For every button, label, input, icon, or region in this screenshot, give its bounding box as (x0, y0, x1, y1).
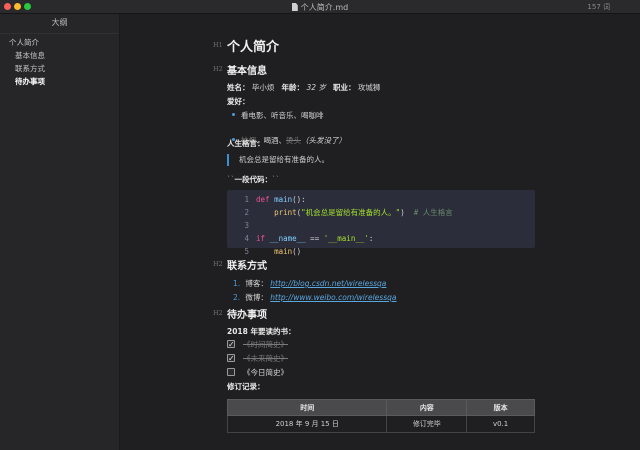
outline-item-contact[interactable]: 联系方式 (0, 62, 119, 75)
word-count[interactable]: 157 词 (587, 2, 610, 12)
section-title-todo: 待办事项 (227, 310, 267, 321)
hobby-label-line: 爱好： (227, 97, 250, 106)
task-item: 《未来简史》 (227, 352, 535, 365)
sidebar-title: 大纲 (0, 14, 119, 34)
motto-blockquote: 机会总是留给有准备的人。 (227, 154, 535, 166)
line-number: 2 (244, 208, 249, 217)
table-header-content: 内容 (386, 399, 468, 416)
task-text: 《时间简史》 (243, 340, 288, 349)
basic-info-line: 姓名： 毕小烦 年龄： 32 岁 职业： 攻城狮 (227, 83, 381, 92)
table-header-row: 时间 内容 版本 (226, 399, 535, 416)
heading-level-marker: H1 (213, 41, 223, 49)
motto-label: 人生格言 (227, 139, 257, 148)
list-item: 2. 微博： http://www.weibo.com/wirelessqa (227, 292, 535, 303)
revision-label: 修订记录 (227, 382, 257, 391)
code-line: 1 def main(): (227, 193, 535, 206)
h1-heading: H1 个人简介 (213, 36, 535, 55)
line-number: 1 (244, 195, 249, 204)
list-number: 2. (233, 293, 241, 302)
name-label: 姓名 (227, 83, 242, 92)
books-label-line: 2018 年要读的书： (227, 327, 296, 336)
h2-todo: H2 待办事项 (213, 306, 535, 321)
editor-pane[interactable]: H1 个人简介 H2 基本信息 姓名： 毕小烦 年龄： 32 岁 职业： 攻城狮… (121, 14, 640, 450)
task-checkbox[interactable] (227, 338, 235, 351)
code-line: 3 (227, 219, 535, 232)
window-titlebar: 个人简介.md 157 词 (0, 0, 640, 14)
age-value: 32 岁 (306, 83, 326, 92)
code-label-line: ``一段代码：`` (227, 175, 280, 184)
blog-link[interactable]: http://blog.csdn.net/wirelessqa (270, 279, 386, 288)
outline-sidebar: 大纲 个人简介 基本信息 联系方式 待办事项 (0, 14, 120, 450)
section-title-basic: 基本信息 (227, 66, 267, 77)
revision-table[interactable]: 时间 内容 版本 2018 年 9 月 15 日 修订完毕 v0.1 (226, 399, 535, 433)
code-label: 一段代码 (234, 175, 265, 184)
outline-item-basic-info[interactable]: 基本信息 (0, 49, 119, 62)
age-label: 年龄 (281, 83, 297, 92)
list-item: 1. 博客： http://blog.csdn.net/wirelessqa (227, 278, 535, 289)
outline-item-personal-intro[interactable]: 个人简介 (0, 36, 119, 49)
task-text: 《今日简史》 (243, 368, 288, 377)
table-header-time: 时间 (226, 399, 388, 416)
code-suffix: `` (272, 175, 280, 184)
task-item: 《今日简史》 (227, 366, 535, 379)
section-title-contact: 联系方式 (227, 261, 267, 272)
contact-label: 博客： (245, 279, 268, 288)
motto-text: 机会总是留给有准备的人。 (239, 155, 329, 164)
code-prefix: `` (227, 175, 235, 184)
heading-level-marker: H2 (213, 260, 223, 268)
job-label: 职业 (333, 83, 349, 92)
revision-label-line: 修订记录： (227, 382, 265, 391)
code-line: 4 if __name__ == '__main__': (227, 232, 535, 245)
job-value: 攻城狮 (357, 83, 381, 92)
outline-item-todo[interactable]: 待办事项 (0, 75, 119, 88)
h2-basic-info: H2 基本信息 (213, 62, 535, 77)
list-number: 1. (233, 279, 241, 288)
line-number: 3 (244, 221, 249, 230)
task-item: 《时间简史》 (227, 338, 535, 351)
outline-list: 个人简介 基本信息 联系方式 待办事项 (0, 34, 119, 88)
code-block[interactable]: 1 def main(): 2 print("机会总是留给有准备的人。") # 人… (227, 190, 535, 256)
line-number: 4 (244, 234, 249, 243)
task-text: 《未来简史》 (243, 354, 288, 363)
hobby-text: 看电影、听音乐、喝咖啡 (241, 111, 324, 120)
h2-contact: H2 联系方式 (213, 257, 535, 272)
heading-level-marker: H2 (213, 65, 223, 73)
document-content: H1 个人简介 H2 基本信息 姓名： 毕小烦 年龄： 32 岁 职业： 攻城狮… (213, 14, 535, 433)
table-header-version: 版本 (466, 399, 535, 416)
motto-label-line: 人生格言： (227, 139, 265, 148)
document-title-text: 个人简介.md (300, 3, 349, 12)
code-line: 2 print("机会总是留给有准备的人。") # 人生格言 (227, 206, 535, 219)
table-cell[interactable]: v0.1 (466, 415, 535, 433)
table-row: 2018 年 9 月 15 日 修订完毕 v0.1 (226, 415, 535, 433)
task-checkbox[interactable] (227, 352, 235, 365)
document-title: 个人简介.md (0, 2, 640, 13)
table-cell[interactable]: 2018 年 9 月 15 日 (226, 415, 388, 433)
list-item: 看电影、听音乐、喝咖啡 (227, 110, 535, 121)
weibo-link[interactable]: http://www.weibo.com/wirelessqa (270, 293, 396, 302)
contact-label: 微博： (245, 293, 268, 302)
task-checkbox[interactable] (227, 368, 235, 376)
name-value: 毕小烦 (251, 83, 275, 92)
page-title: 个人简介 (227, 40, 280, 55)
books-label: 2018 年要读的书 (227, 327, 288, 336)
file-icon (291, 3, 298, 11)
hobby-label: 爱好 (227, 97, 242, 106)
heading-level-marker: H2 (213, 309, 223, 317)
table-cell[interactable]: 修订完毕 (386, 415, 468, 433)
